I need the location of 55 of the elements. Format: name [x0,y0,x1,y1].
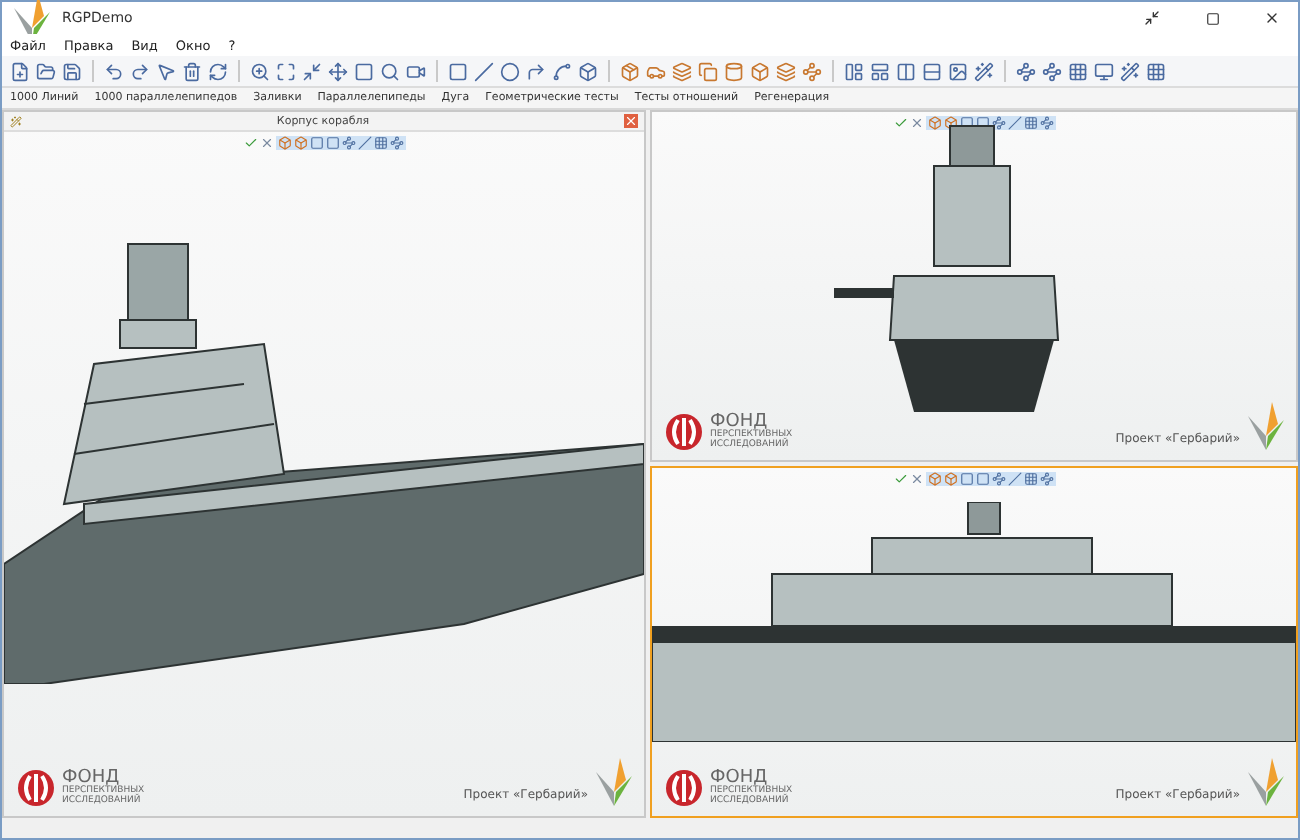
toolbar-icon[interactable] [156,61,176,81]
minimize-icon[interactable] [1144,10,1160,26]
toolbar-icon[interactable] [1120,61,1140,81]
toolbar-icon[interactable] [406,61,426,81]
toolbar-icon[interactable] [182,61,202,81]
toolbar-icon[interactable] [1146,61,1166,81]
check-icon[interactable] [893,116,907,130]
toolbar-icon[interactable] [302,61,322,81]
toolbar-icon[interactable] [36,61,56,81]
toolbar-icon[interactable] [672,61,692,81]
view-tool-icon[interactable] [943,116,957,130]
toolbar-icon[interactable] [552,61,572,81]
close-icon[interactable] [1264,10,1280,26]
toolbar-icon[interactable] [698,61,718,81]
toolbar-icon[interactable] [104,61,124,81]
toolbar-icon[interactable] [646,61,666,81]
toolbar-icon[interactable] [208,61,228,81]
maximize-icon[interactable] [1205,11,1219,25]
logo-icon [664,768,704,808]
toolbar-icon[interactable] [1042,61,1062,81]
check-icon[interactable] [243,136,257,150]
view-tool-icon[interactable] [991,116,1005,130]
toolbar-icon[interactable] [948,61,968,81]
leaf-logo-icon [592,756,636,808]
toolbar-icon[interactable] [526,61,546,81]
leaf-logo-icon [1244,400,1288,452]
toolbar-icon[interactable] [10,61,30,81]
toolbar-icon[interactable] [250,61,270,81]
toolbar-icon[interactable] [750,61,770,81]
toolbar-icon[interactable] [620,61,640,81]
toolbar-icon[interactable] [380,61,400,81]
toolbar-icon[interactable] [276,61,296,81]
logo-name: ФОНД [710,414,768,432]
toolbar-icon[interactable] [802,61,822,81]
toolbar-icon[interactable] [870,61,890,81]
toolbar-icon[interactable] [922,61,942,81]
leaf-logo-icon [1244,756,1288,808]
toolbar-icon[interactable] [896,61,916,81]
toolbar-icon[interactable] [1068,61,1088,81]
logo-icon [16,768,56,808]
check-icon[interactable] [893,472,907,486]
toolbar-icon[interactable] [62,61,82,81]
logo-icon [664,412,704,452]
toolbar-icon[interactable] [130,61,150,81]
toolbar-icon[interactable] [354,61,374,81]
toolbar-icon[interactable] [578,61,598,81]
logo-name: ФОНД [710,770,768,788]
toolbar-icon[interactable] [328,61,348,81]
toolbar-icon[interactable] [844,61,864,81]
toolbar-icon[interactable] [724,61,744,81]
toolbar-icon[interactable] [974,61,994,81]
toolbar-icon[interactable] [776,61,796,81]
toolbar-icon[interactable] [1016,61,1036,81]
logo-name: ФОНД [62,770,120,788]
toolbar-icon[interactable] [1094,61,1114,81]
